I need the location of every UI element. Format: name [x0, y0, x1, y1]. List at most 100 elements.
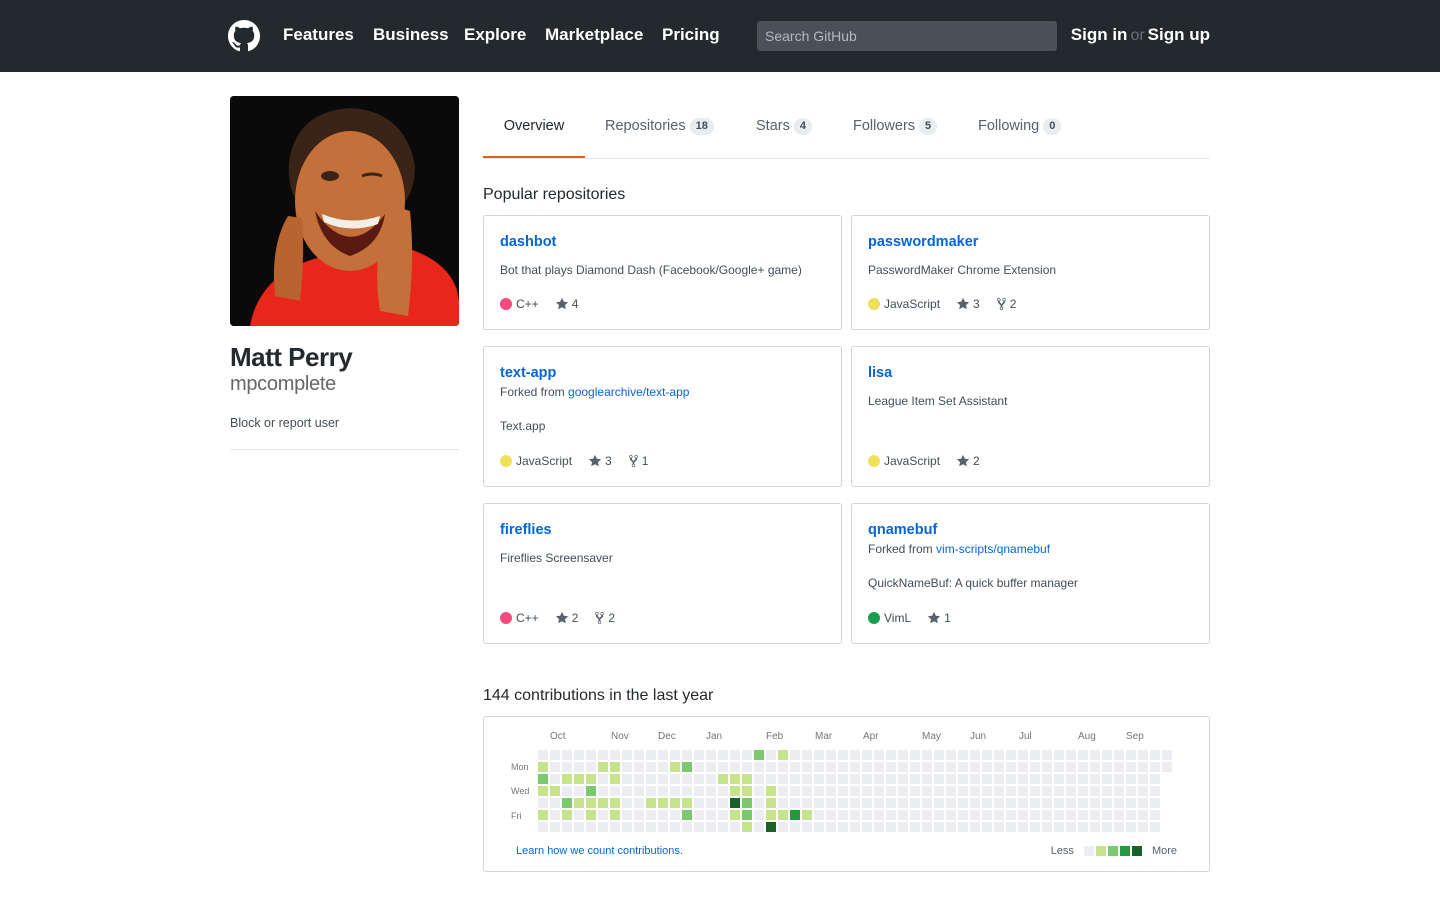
fork-source-link[interactable]: googlearchive/text-app: [568, 385, 689, 399]
contribution-day: [586, 762, 596, 772]
contribution-day: [574, 798, 584, 808]
contribution-day: [658, 786, 668, 796]
contribution-day: [670, 810, 680, 820]
contribution-day: [958, 750, 968, 760]
star-icon: [555, 611, 568, 624]
repo-forks[interactable]: 1: [628, 454, 648, 468]
language-color-dot: [500, 612, 512, 624]
contribution-day: [1114, 750, 1124, 760]
following-count: 0: [1043, 118, 1062, 135]
contribution-day: [670, 774, 680, 784]
nav-explore[interactable]: Explore: [464, 25, 526, 45]
contribution-day: [538, 786, 548, 796]
contribution-day: [598, 774, 608, 784]
nav-features[interactable]: Features: [283, 25, 354, 45]
contribution-day: [1150, 786, 1160, 796]
contribution-day: [826, 810, 836, 820]
forked-from-label: Forked from: [868, 542, 933, 556]
tab-overview[interactable]: Overview: [483, 96, 585, 158]
star-icon: [956, 454, 970, 467]
repo-name-link[interactable]: qnamebuf: [868, 522, 937, 538]
learn-contributions-link[interactable]: Learn how we count contributions.: [516, 845, 683, 857]
repo-stars[interactable]: 2: [956, 454, 980, 468]
forked-from: Forked from googlearchive/text-app: [500, 385, 689, 399]
contribution-day: [766, 774, 776, 784]
repo-forks[interactable]: 2: [996, 297, 1016, 311]
contribution-day: [826, 822, 836, 832]
repo-stars[interactable]: 4: [555, 297, 578, 311]
contribution-day: [550, 774, 560, 784]
contribution-day: [538, 810, 548, 820]
contribution-day: [694, 810, 704, 820]
contribution-day: [850, 762, 860, 772]
nav-marketplace[interactable]: Marketplace: [545, 25, 643, 45]
contribution-day: [862, 798, 872, 808]
contribution-day: [694, 762, 704, 772]
search-input[interactable]: [757, 21, 1057, 51]
contribution-day: [574, 810, 584, 820]
contribution-day: [574, 822, 584, 832]
popular-repos-title: Popular repositories: [483, 186, 626, 203]
nav-pricing[interactable]: Pricing: [662, 25, 720, 45]
language-color-dot: [868, 612, 880, 624]
nav-business[interactable]: Business: [373, 25, 449, 45]
repo-stars[interactable]: 1: [927, 611, 951, 625]
contribution-day: [658, 822, 668, 832]
sign-up-link[interactable]: Sign up: [1148, 25, 1210, 44]
repo-meta: VimL 1: [868, 610, 951, 626]
repo-stars[interactable]: 2: [555, 611, 578, 625]
avatar: [230, 96, 459, 326]
contribution-day: [598, 786, 608, 796]
contribution-day: [1102, 810, 1112, 820]
repo-name-link[interactable]: passwordmaker: [868, 234, 978, 250]
contribution-day: [802, 786, 812, 796]
contribution-day: [742, 762, 752, 772]
contribution-day: [1054, 762, 1064, 772]
contribution-day: [790, 774, 800, 784]
repo-forks[interactable]: 2: [594, 611, 615, 625]
contribution-day: [766, 810, 776, 820]
header: Features Business Explore Marketplace Pr…: [0, 0, 1440, 72]
contribution-day: [826, 798, 836, 808]
contribution-day: [778, 750, 788, 760]
contribution-day: [790, 822, 800, 832]
tab-following[interactable]: Following 0: [978, 96, 1062, 158]
contribution-day: [586, 774, 596, 784]
contribution-day: [922, 810, 932, 820]
contribution-day: [958, 786, 968, 796]
contribution-day: [658, 798, 668, 808]
contribution-day: [1138, 810, 1148, 820]
month-label: Sep: [1126, 731, 1144, 742]
tab-repositories[interactable]: Repositories 18: [605, 96, 714, 158]
contribution-day: [1150, 822, 1160, 832]
fork-icon: [996, 297, 1006, 311]
contribution-day: [1102, 798, 1112, 808]
contribution-day: [994, 786, 1004, 796]
contribution-day: [1054, 750, 1064, 760]
repo-name-link[interactable]: lisa: [868, 365, 892, 381]
contribution-day: [874, 798, 884, 808]
fork-source-link[interactable]: vim-scripts/qnamebuf: [936, 542, 1050, 556]
contribution-day: [946, 822, 956, 832]
contribution-day: [658, 762, 668, 772]
contribution-day: [1162, 750, 1172, 760]
contribution-day: [718, 750, 728, 760]
contribution-day: [1042, 810, 1052, 820]
repo-name-link[interactable]: dashbot: [500, 234, 556, 250]
contribution-day: [646, 762, 656, 772]
github-logo-icon[interactable]: [228, 20, 260, 52]
tab-stars[interactable]: Stars 4: [756, 96, 812, 158]
contribution-day: [1150, 750, 1160, 760]
repo-name-link[interactable]: text-app: [500, 365, 556, 381]
contribution-day: [826, 774, 836, 784]
repo-stars[interactable]: 3: [956, 297, 980, 311]
contribution-day: [1114, 810, 1124, 820]
repo-name-link[interactable]: fireflies: [500, 522, 552, 538]
contribution-day: [982, 810, 992, 820]
tab-followers[interactable]: Followers 5: [853, 96, 938, 158]
contribution-day: [610, 750, 620, 760]
contributions-title: 144 contributions in the last year: [483, 687, 714, 704]
repo-stars[interactable]: 3: [588, 454, 612, 468]
sign-in-link[interactable]: Sign in: [1071, 25, 1128, 44]
block-report-link[interactable]: Block or report user: [230, 416, 339, 430]
